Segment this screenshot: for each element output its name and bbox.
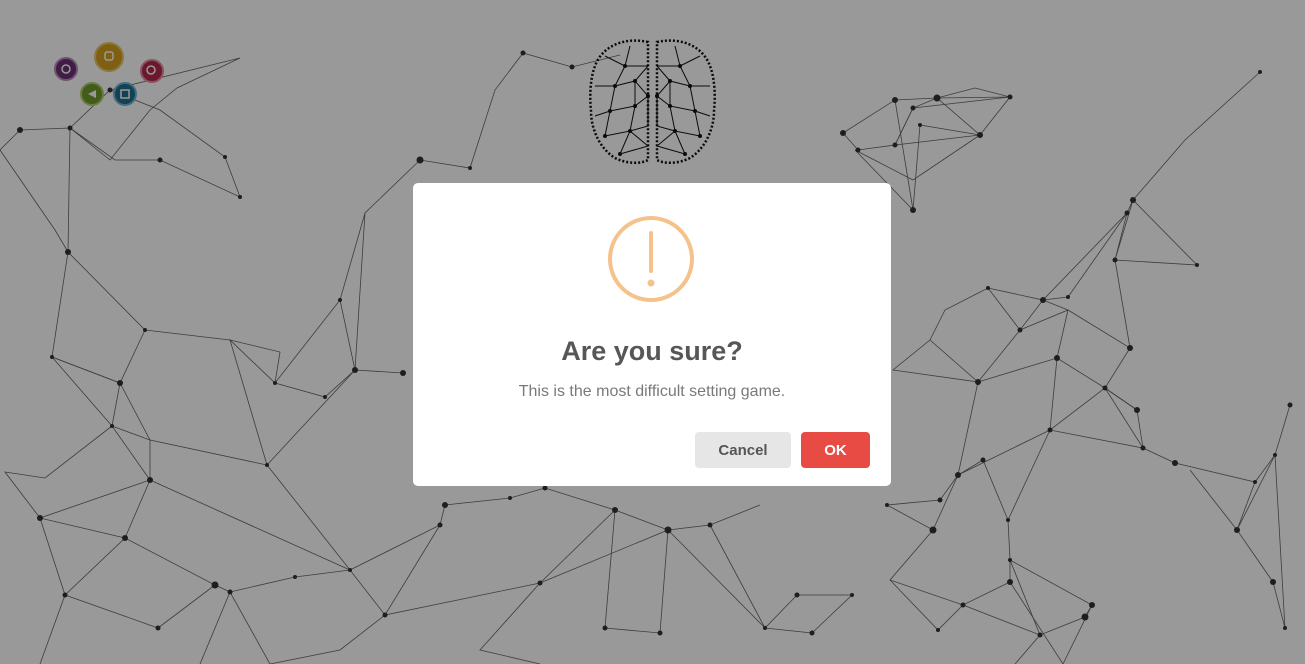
confirm-dialog: Are you sure? This is the most difficult… — [413, 183, 891, 486]
warning-exclamation-icon — [608, 216, 694, 302]
cancel-button[interactable]: Cancel — [695, 432, 791, 468]
ok-button[interactable]: OK — [801, 432, 870, 468]
page: Are you sure? This is the most difficult… — [0, 0, 1305, 664]
dialog-message: This is the most difficult setting game. — [518, 383, 786, 400]
dialog-title: Are you sure? — [561, 336, 743, 366]
